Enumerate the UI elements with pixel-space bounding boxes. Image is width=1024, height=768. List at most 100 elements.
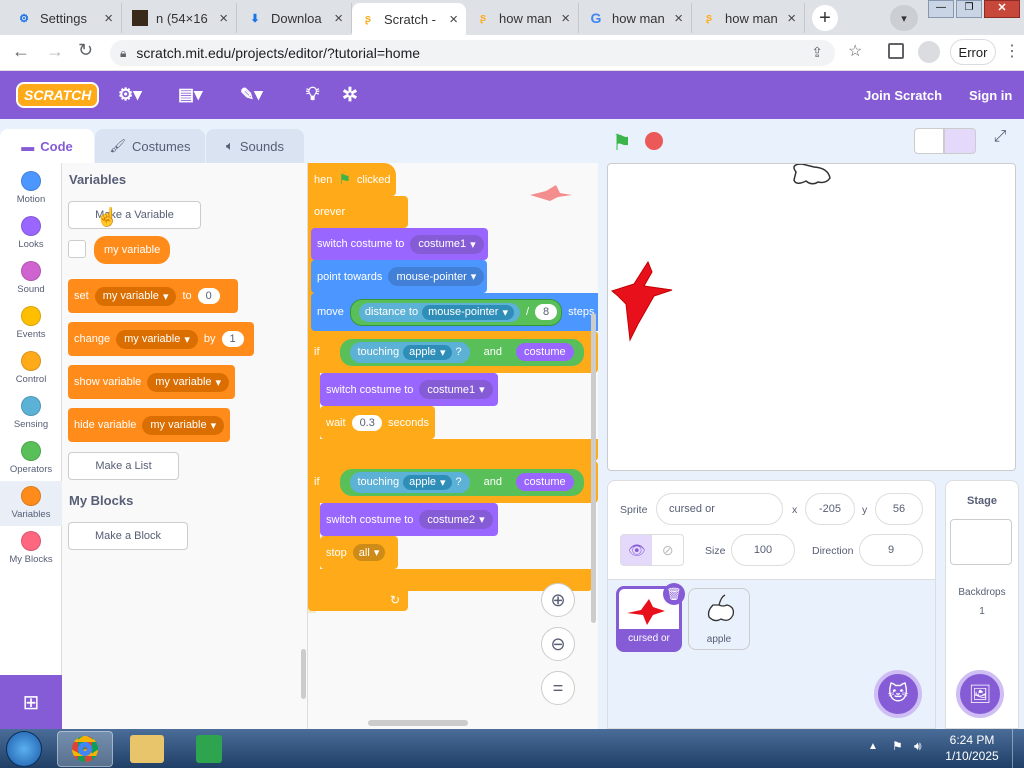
stage-thumbnail[interactable]: [950, 519, 1012, 565]
forward-icon[interactable]: →: [46, 41, 64, 62]
switch-costume-block[interactable]: switch costume to costume1 ▾: [311, 228, 488, 260]
direction-input[interactable]: 9: [859, 534, 923, 566]
category-sound[interactable]: Sound: [0, 261, 62, 295]
category-motion[interactable]: Motion: [0, 171, 62, 205]
if-block[interactable]: if touching apple ▾? and costume: [308, 461, 598, 503]
back-icon[interactable]: ←: [12, 41, 30, 62]
show-desktop-button[interactable]: [1012, 729, 1024, 768]
stage-canvas[interactable]: [607, 163, 1016, 471]
add-sprite-button[interactable]: 🐱︎: [874, 670, 922, 718]
profile-error-button[interactable]: Error: [950, 39, 996, 65]
script-vertical-scrollbar[interactable]: [591, 313, 596, 623]
category-operators[interactable]: Operators: [0, 441, 62, 475]
move-steps-block[interactable]: move distance to mouse-pointer ▾ / 8 steps: [311, 293, 598, 331]
url-bar[interactable]: 🔒︎ scratch.mit.edu/projects/editor/?tuto…: [110, 40, 835, 66]
stop-dropdown[interactable]: all ▾: [352, 544, 386, 561]
close-tab-icon[interactable]: ×: [674, 10, 683, 27]
taskbar-chrome[interactable]: [57, 731, 113, 767]
stop-icon[interactable]: [645, 132, 663, 150]
browser-tab-active[interactable]: ʂ Scratch - ×: [352, 3, 466, 35]
browser-tab[interactable]: ⬇ Downloa ×: [239, 3, 352, 33]
browser-tab[interactable]: G how man ×: [580, 3, 692, 33]
variable-dropdown[interactable]: my variable ▾: [116, 329, 198, 349]
file-explorer-icon[interactable]: [130, 735, 164, 763]
browser-tab[interactable]: n (54×16 ×: [124, 3, 237, 33]
show-variable-block[interactable]: show variable my variable ▾: [68, 365, 235, 399]
and-operator[interactable]: touching apple ▾? and costume: [339, 338, 584, 366]
if-block[interactable]: if touching apple ▾? and costume: [308, 331, 598, 373]
category-variables[interactable]: Variables: [0, 481, 62, 526]
browser-tab[interactable]: ʂ how man ×: [467, 3, 579, 33]
switch-costume-block[interactable]: switch costume to costume1 ▾: [320, 373, 498, 406]
tab-costumes[interactable]: 🖌︎ Costumes: [95, 129, 205, 163]
tab-sounds[interactable]: 🔈︎ Sounds: [206, 129, 304, 163]
my-variable-reporter[interactable]: my variable: [94, 236, 171, 264]
touching-block[interactable]: touching apple ▾?: [349, 471, 470, 493]
hide-eye-icon[interactable]: ⊘: [652, 535, 683, 565]
star-icon[interactable]: ☆: [848, 41, 862, 61]
browser-tab[interactable]: ⚙ Settings ×: [8, 3, 122, 33]
tray-arrow-icon[interactable]: ▲: [868, 741, 878, 752]
category-looks[interactable]: Looks: [0, 216, 62, 250]
menu-icon[interactable]: ⋮: [1004, 41, 1020, 61]
close-tab-icon[interactable]: ×: [787, 10, 796, 27]
point-towards-block[interactable]: point towards mouse-pointer ▾: [311, 260, 487, 293]
join-scratch-link[interactable]: Join Scratch: [864, 88, 942, 103]
tutorials-bulb-icon[interactable]: 💡︎: [306, 84, 319, 106]
variable-dropdown[interactable]: my variable ▾: [142, 415, 225, 435]
close-tab-icon[interactable]: ×: [449, 11, 458, 28]
avatar[interactable]: [918, 41, 940, 63]
add-backdrop-button[interactable]: 🖼︎: [956, 670, 1004, 718]
costume-dropdown[interactable]: costume1 ▾: [419, 380, 493, 399]
make-block-button[interactable]: Make a Block: [68, 522, 188, 550]
tab-search-icon[interactable]: ▾: [890, 5, 918, 31]
close-tab-icon[interactable]: ×: [219, 10, 228, 27]
script-horizontal-scrollbar[interactable]: [368, 720, 468, 726]
store-icon[interactable]: [196, 735, 222, 763]
network-icon[interactable]: ⚑: [892, 739, 903, 753]
clock-date[interactable]: 1/10/2025: [940, 749, 1004, 763]
share-icon[interactable]: ⇪: [811, 44, 823, 61]
touching-block[interactable]: touching apple ▾?: [349, 341, 470, 363]
size-input[interactable]: 100: [731, 534, 795, 566]
fullscreen-icon[interactable]: ⤢: [986, 128, 1014, 154]
close-window-button[interactable]: ✕: [984, 0, 1020, 18]
change-variable-block[interactable]: change my variable ▾ by 1: [68, 322, 254, 356]
green-flag-icon[interactable]: ⚑: [612, 130, 632, 156]
category-my-blocks[interactable]: My Blocks: [0, 531, 62, 565]
clock-time[interactable]: 6:24 PM: [940, 733, 1004, 747]
when-flag-clicked-block[interactable]: hen ⚑ clicked: [308, 163, 396, 196]
minimize-button[interactable]: —: [928, 0, 954, 18]
costume-dropdown[interactable]: costume1 ▾: [410, 234, 484, 254]
value-input[interactable]: 1: [221, 331, 244, 347]
debug-icon[interactable]: ✲: [342, 84, 358, 107]
category-events[interactable]: Events: [0, 306, 62, 340]
x-input[interactable]: -205: [805, 493, 855, 525]
y-input[interactable]: 56: [875, 493, 923, 525]
edit-menu-icon[interactable]: ✎▾: [240, 85, 263, 105]
variable-checkbox[interactable]: [68, 240, 86, 258]
sign-in-link[interactable]: Sign in: [969, 88, 1012, 103]
file-menu-icon[interactable]: ▤▾: [178, 85, 203, 105]
close-tab-icon[interactable]: ×: [561, 10, 570, 27]
close-tab-icon[interactable]: ×: [104, 10, 113, 27]
show-eye-icon[interactable]: 👁︎: [621, 535, 653, 565]
sprite-name-input[interactable]: cursed or: [656, 493, 783, 525]
value-input[interactable]: 0: [197, 288, 220, 304]
zoom-reset-button[interactable]: =: [541, 671, 575, 705]
divide-operator[interactable]: distance to mouse-pointer ▾ / 8: [349, 298, 563, 326]
hide-variable-block[interactable]: hide variable my variable ▾: [68, 408, 230, 442]
scratch-logo[interactable]: SCRATCH: [16, 82, 100, 108]
sprite-tile[interactable]: apple: [688, 588, 750, 650]
variable-dropdown[interactable]: my variable ▾: [94, 286, 177, 306]
set-variable-block[interactable]: set my variable ▾ to 0: [68, 279, 238, 313]
browser-tab[interactable]: ʂ how man ×: [693, 3, 805, 33]
distance-to-reporter[interactable]: distance to mouse-pointer ▾: [358, 302, 520, 322]
side-panel-icon[interactable]: [888, 43, 904, 59]
normal-stage-button[interactable]: [944, 128, 976, 154]
switch-costume-block[interactable]: switch costume to costume2 ▾: [320, 503, 498, 536]
zoom-out-button[interactable]: ⊖: [541, 627, 575, 661]
tab-code[interactable]: ▬ Code: [0, 129, 94, 163]
variable-dropdown[interactable]: my variable ▾: [147, 372, 230, 392]
start-button[interactable]: [6, 731, 42, 767]
